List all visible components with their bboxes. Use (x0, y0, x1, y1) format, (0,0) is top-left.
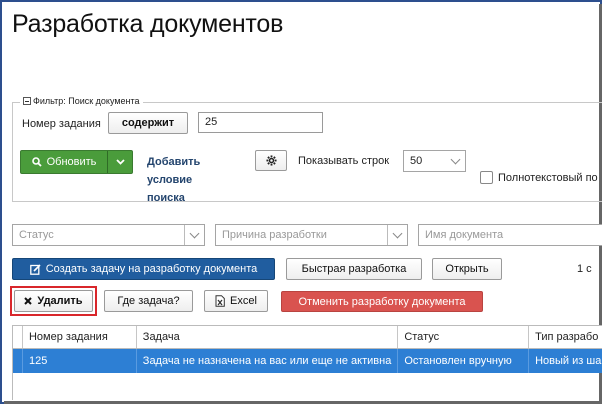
cell-task-number: 125 (23, 349, 137, 373)
header-task-number[interactable]: Номер задания (23, 326, 137, 348)
docname-select[interactable]: Имя документа (418, 224, 602, 246)
cell-status: Остановлен вручную (398, 349, 530, 373)
refresh-button[interactable]: Обновить (20, 150, 133, 174)
delete-button[interactable]: Удалить (14, 290, 93, 312)
gear-icon (265, 155, 277, 166)
chevron-down-icon (445, 151, 465, 171)
excel-icon (215, 295, 225, 307)
add-condition-link[interactable]: Добавить условие поиска (147, 153, 227, 207)
rows-select-value: 50 (410, 155, 423, 167)
header-task[interactable]: Задача (137, 326, 399, 348)
table-row[interactable]: 125 Задача не назначена на вас или еще н… (13, 349, 602, 373)
docname-placeholder: Имя документа (425, 229, 504, 241)
excel-button[interactable]: Excel (204, 290, 268, 312)
reason-select[interactable]: Причина разработки (215, 224, 408, 246)
page-info: 1 с (577, 263, 592, 275)
chevron-down-icon (184, 225, 204, 245)
fulltext-label: Полнотекстовый по (498, 172, 598, 184)
header-dev-type[interactable]: Тип разрабо (529, 326, 602, 348)
fulltext-checkbox[interactable] (480, 171, 493, 184)
close-icon (24, 297, 33, 305)
refresh-main[interactable]: Обновить (21, 151, 108, 173)
delete-label: Удалить (37, 295, 83, 307)
create-task-label: Создать задачу на разработку документа (45, 263, 258, 275)
where-task-button[interactable]: Где задача? (104, 290, 193, 312)
open-button[interactable]: Открыть (432, 258, 502, 280)
rows-label: Показывать строк (298, 155, 390, 167)
documents-table: Номер задания Задача Статус Тип разрабо … (12, 325, 602, 373)
table-body-empty (12, 373, 602, 400)
filter-legend[interactable]: Фильтр: Поиск документа (20, 96, 143, 106)
task-number-label: Номер задания (22, 118, 101, 130)
collapse-icon[interactable] (23, 97, 31, 105)
operator-button[interactable]: содержит (108, 112, 188, 134)
page-title: Разработка документов (12, 10, 284, 38)
rows-select[interactable]: 50 (403, 150, 466, 172)
header-select-column (13, 326, 23, 348)
status-placeholder: Статус (19, 229, 54, 241)
edit-document-icon (29, 263, 41, 275)
cell-task: Задача не назначена на вас или еще не ак… (137, 349, 399, 373)
quick-dev-button[interactable]: Быстрая разработка (286, 258, 422, 280)
task-number-input[interactable]: 25 (198, 112, 323, 133)
filter-legend-text: Фильтр: Поиск документа (33, 96, 140, 106)
header-status[interactable]: Статус (398, 326, 530, 348)
cancel-dev-button[interactable]: Отменить разработку документа (281, 291, 483, 312)
settings-button[interactable] (255, 150, 287, 171)
refresh-dropdown-toggle[interactable] (108, 151, 132, 173)
search-icon (31, 157, 42, 167)
reason-placeholder: Причина разработки (222, 229, 327, 241)
cell-dev-type: Новый из ша (535, 355, 602, 367)
table-header: Номер задания Задача Статус Тип разрабо (13, 325, 602, 349)
create-task-button[interactable]: Создать задачу на разработку документа (12, 258, 275, 280)
refresh-label: Обновить (46, 156, 97, 168)
row-select-cell[interactable] (13, 349, 23, 373)
status-select[interactable]: Статус (12, 224, 205, 246)
chevron-down-icon (115, 159, 125, 165)
chevron-down-icon (387, 225, 407, 245)
excel-label: Excel (230, 295, 257, 307)
